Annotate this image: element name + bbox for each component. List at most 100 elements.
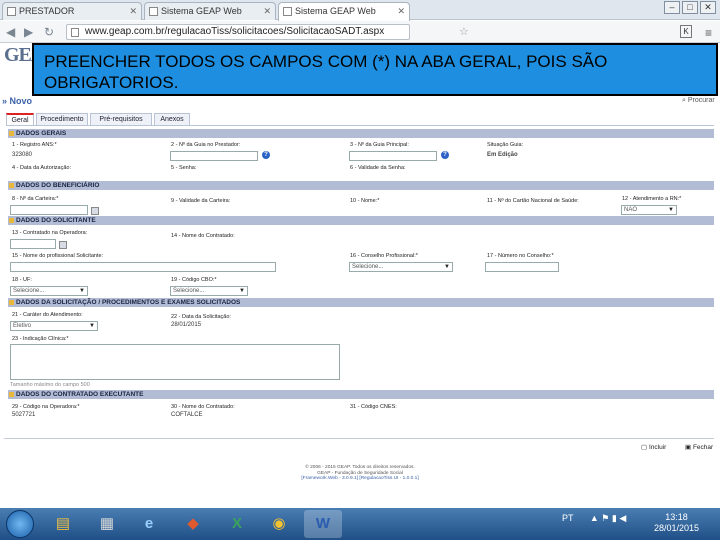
add-icon: ▢ bbox=[641, 444, 649, 451]
close-icon[interactable]: ✕ bbox=[263, 3, 271, 19]
conselho-value: Selecione... bbox=[352, 264, 384, 270]
nome-contratado-label: 14 - Nome do Contratado: bbox=[171, 233, 235, 239]
profissional-solicitante-input[interactable] bbox=[10, 262, 276, 272]
browser-tab-prestador[interactable]: PRESTADOR ✕ bbox=[2, 2, 142, 20]
textarea-hint: Tamanho máximo do campo 500 bbox=[10, 382, 90, 388]
guia-prestador-label: 2 - Nº da Guia no Prestador: bbox=[171, 142, 241, 148]
registro-ans-label: 1 - Registro ANS:* bbox=[12, 142, 57, 148]
numero-conselho-input[interactable] bbox=[485, 262, 559, 272]
guia-principal-input[interactable] bbox=[349, 151, 437, 161]
procurar-link[interactable]: ⌕ Procurar bbox=[682, 97, 715, 105]
page-title: » Novo bbox=[2, 96, 33, 106]
indicacao-clinica-textarea[interactable] bbox=[10, 344, 340, 380]
tab-procedimento[interactable]: Procedimento bbox=[36, 113, 88, 126]
carteira-label: 8 - Nº da Carteira:* bbox=[12, 196, 59, 202]
help-icon[interactable]: ? bbox=[441, 151, 449, 159]
clock-date: 28/01/2015 bbox=[654, 523, 700, 533]
url-text: www.geap.com.br/regulacaoTiss/solicitaco… bbox=[85, 26, 385, 37]
conselho-select[interactable]: Selecione... ▼ bbox=[349, 262, 453, 272]
browser-tab-geap-1[interactable]: Sistema GEAP Web ✕ bbox=[144, 2, 276, 20]
help-icon[interactable]: ? bbox=[262, 151, 270, 159]
browser-tab-bar: PRESTADOR ✕ Sistema GEAP Web ✕ Sistema G… bbox=[0, 0, 720, 21]
section-solicitante: DADOS DO SOLICITANTE bbox=[8, 216, 714, 225]
tab-pre-requisitos[interactable]: Pré-requisitos bbox=[90, 113, 152, 126]
chevron-down-icon: ▼ bbox=[79, 288, 85, 294]
uf-label: 18 - UF: bbox=[12, 277, 32, 283]
volume-icon[interactable]: ◀ bbox=[619, 513, 626, 523]
instruction-banner: PREENCHER TODOS OS CAMPOS COM (*) NA ABA… bbox=[32, 43, 718, 96]
codigo-operadora-value: 5027721 bbox=[12, 412, 36, 418]
version-text: [Framework.Web - 3.0.9.1] [RegulacaoTiss… bbox=[301, 476, 419, 481]
window-controls: – □ ✕ bbox=[664, 1, 716, 14]
page-icon bbox=[283, 7, 292, 16]
fechar-button[interactable]: ▣ Fechar bbox=[685, 443, 713, 451]
internet-explorer-icon[interactable]: e bbox=[130, 510, 168, 538]
close-icon[interactable]: ✕ bbox=[397, 3, 405, 19]
app-icon[interactable]: ◆ bbox=[174, 510, 212, 538]
section-beneficiario: DADOS DO BENEFICIÁRIO bbox=[8, 181, 714, 190]
bookmark-icon[interactable]: K bbox=[680, 25, 692, 38]
section-solicitacao: DADOS DA SOLICITAÇÃO / PROCEDIMENTOS E E… bbox=[8, 298, 714, 307]
url-field[interactable]: www.geap.com.br/regulacaoTiss/solicitaco… bbox=[66, 24, 469, 40]
numero-conselho-label: 17 - Número no Conselho:* bbox=[487, 253, 554, 259]
contratado-operadora-label: 13 - Contratado na Operadora: bbox=[12, 230, 88, 236]
lookup-icon[interactable] bbox=[59, 241, 67, 249]
language-indicator[interactable]: PT bbox=[562, 513, 573, 523]
chevron-down-icon: ▼ bbox=[89, 323, 95, 329]
word-icon[interactable]: W bbox=[304, 510, 342, 538]
maximize-button[interactable]: □ bbox=[682, 1, 698, 14]
start-button[interactable] bbox=[6, 510, 34, 538]
situacao-guia-label: Situação Guia: bbox=[487, 142, 524, 148]
star-icon[interactable]: ☆ bbox=[459, 25, 469, 39]
menu-icon[interactable]: ≡ bbox=[705, 26, 712, 40]
minimize-button[interactable]: – bbox=[664, 1, 680, 14]
nome-label: 10 - Nome:* bbox=[350, 198, 380, 204]
fechar-label: Fechar bbox=[692, 444, 714, 451]
back-arrow-icon[interactable]: ◀ bbox=[6, 24, 15, 40]
flag-icon[interactable]: ⚑ bbox=[601, 513, 609, 523]
close-window-button[interactable]: ✕ bbox=[700, 1, 716, 14]
chrome-icon[interactable]: ◉ bbox=[260, 510, 298, 538]
validade-carteira-label: 9 - Validade da Carteira: bbox=[171, 198, 231, 204]
close-icon[interactable]: ✕ bbox=[129, 3, 137, 19]
browser-tab-geap-2[interactable]: Sistema GEAP Web ✕ bbox=[278, 2, 410, 21]
data-solicitacao-label: 22 - Data da Solicitação: bbox=[171, 314, 231, 320]
uf-value: Selecione... bbox=[13, 288, 45, 294]
incluir-button[interactable]: ▢ Incluir bbox=[641, 443, 666, 451]
tab-label: Sistema GEAP Web bbox=[295, 6, 376, 16]
excel-icon[interactable]: X bbox=[218, 510, 256, 538]
section-executante: DADOS DO CONTRATADO EXECUTANTE bbox=[8, 390, 714, 399]
carater-atendimento-label: 21 - Caráter do Atendimento: bbox=[12, 312, 83, 318]
clock[interactable]: 13:18 28/01/2015 bbox=[654, 512, 699, 534]
lookup-icon[interactable] bbox=[91, 207, 99, 215]
tray-arrow-icon[interactable]: ▲ bbox=[590, 513, 599, 523]
cbo-label: 19 - Código CBO:* bbox=[171, 277, 217, 283]
contratado-operadora-input[interactable] bbox=[10, 239, 56, 249]
section-dados-gerais: DADOS GERAIS bbox=[8, 129, 714, 138]
carater-atendimento-select[interactable]: Eletivo ▼ bbox=[10, 321, 98, 331]
media-icon[interactable]: ▦ bbox=[88, 510, 126, 538]
form-tabs: Geral Procedimento Pré-requisitos Anexos bbox=[6, 113, 714, 126]
divider bbox=[4, 438, 714, 439]
page-footer: © 2006 - 2015 GEAP. Todos os direitos re… bbox=[240, 465, 480, 482]
cnes-label: 31 - Código CNES: bbox=[350, 404, 397, 410]
procurar-label: Procurar bbox=[687, 97, 715, 104]
tab-anexos[interactable]: Anexos bbox=[154, 113, 190, 126]
tab-label: PRESTADOR bbox=[19, 6, 75, 16]
conselho-label: 16 - Conselho Profissional:* bbox=[350, 253, 418, 259]
uf-select[interactable]: Selecione... ▼ bbox=[10, 286, 88, 296]
forward-arrow-icon[interactable]: ▶ bbox=[24, 24, 33, 40]
reload-icon[interactable]: ↻ bbox=[44, 24, 54, 40]
situacao-guia-value: Em Edição bbox=[487, 152, 518, 158]
validade-senha-label: 6 - Validade da Senha: bbox=[350, 165, 406, 171]
guia-prestador-input[interactable] bbox=[170, 151, 258, 161]
carteira-input[interactable] bbox=[10, 205, 88, 215]
atendimento-rn-select[interactable]: NAO ▼ bbox=[621, 205, 677, 215]
close-icon: ▣ bbox=[685, 444, 693, 451]
file-explorer-icon[interactable]: ▤ bbox=[44, 510, 82, 538]
tab-geral[interactable]: Geral bbox=[6, 113, 34, 126]
network-icon[interactable]: ▮ bbox=[612, 513, 617, 523]
cbo-select[interactable]: Selecione... ▼ bbox=[170, 286, 248, 296]
nome-contratado-exec-value: COFTALCE bbox=[171, 412, 203, 418]
address-bar: ◀ ▶ ↻ www.geap.com.br/regulacaoTiss/soli… bbox=[0, 21, 720, 43]
